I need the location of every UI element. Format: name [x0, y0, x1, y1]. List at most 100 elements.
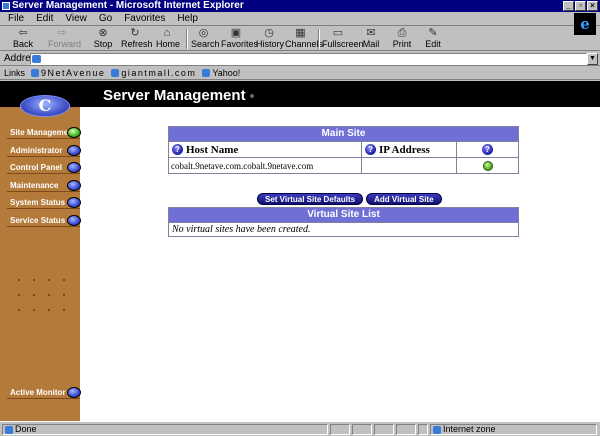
nav-led-icon: [67, 145, 81, 156]
channels-button[interactable]: ▦ Channels: [285, 27, 323, 49]
nav-control-panel[interactable]: Control Panel: [7, 162, 81, 174]
nav-maintenance[interactable]: Maintenance: [7, 180, 81, 192]
nav-active-led-icon: [67, 127, 81, 138]
ip-address-cell: [362, 158, 457, 173]
status-text: Done: [2, 424, 328, 435]
edit-icon: ✎: [428, 27, 438, 39]
close-button[interactable]: ×: [587, 1, 598, 11]
nav-service-status[interactable]: Service Status: [7, 215, 81, 227]
home-icon: ⌂: [163, 27, 171, 39]
mail-icon: ✉: [366, 27, 376, 39]
ie-app-icon: [2, 2, 10, 10]
search-button[interactable]: ◎ Search: [191, 27, 220, 49]
menu-favorites[interactable]: Favorites: [122, 13, 167, 24]
window-titlebar: Server Management - Microsoft Internet E…: [0, 0, 600, 12]
address-dropdown-button[interactable]: ▼: [587, 53, 598, 65]
security-zone: Internet zone: [430, 424, 597, 435]
edit-button[interactable]: ✎ Edit: [424, 27, 442, 49]
stop-button[interactable]: ⊗ Stop: [92, 27, 114, 49]
window-title: Server Management - Microsoft Internet E…: [12, 0, 244, 11]
fullscreen-button[interactable]: ▭ Fullscreen: [322, 27, 364, 49]
maximize-button[interactable]: ▫: [575, 1, 586, 11]
refresh-icon: ↻: [130, 27, 140, 39]
header-band: Server Management: [0, 81, 600, 107]
mail-button[interactable]: ✉ Mail: [360, 27, 382, 49]
menu-file[interactable]: File: [6, 13, 26, 24]
page-done-icon: [5, 425, 13, 434]
menu-help[interactable]: Help: [175, 13, 200, 24]
status-pane: [374, 424, 394, 435]
nav-system-status[interactable]: System Status: [7, 197, 81, 209]
browser-toolbar: ⇦ Back ⇨ Forward ⊗ Stop ↻ Refresh ⌂ Home…: [0, 27, 600, 51]
nav-led-icon: [67, 387, 81, 398]
nav-led-icon: [67, 162, 81, 173]
favorites-button[interactable]: ▣ Favorites: [221, 27, 258, 49]
back-arrow-icon: ⇦: [18, 27, 28, 39]
sidebar: Site Management Administrator Control Pa…: [0, 107, 81, 421]
status-pane: [330, 424, 350, 435]
status-pane: [418, 424, 428, 435]
decorative-dots: [14, 279, 74, 319]
minimize-button[interactable]: _: [563, 1, 574, 11]
address-bar: Address ▼: [0, 52, 600, 66]
nav-site-management[interactable]: Site Management: [7, 127, 81, 139]
cobalt-logo: C: [20, 95, 70, 117]
virtual-site-list: Virtual Site List No virtual sites have …: [168, 207, 519, 237]
help-icon[interactable]: ?: [365, 144, 376, 155]
link-giantmall[interactable]: giantmall.com: [111, 68, 196, 78]
history-button[interactable]: ◷ History: [256, 27, 284, 49]
link-yahoo[interactable]: Yahoo!: [202, 68, 240, 78]
nav-active-monitor[interactable]: Active Monitor: [7, 387, 81, 399]
set-virtual-site-defaults-button[interactable]: Set Virtual Site Defaults: [257, 193, 364, 205]
fullscreen-icon: ▭: [332, 27, 344, 39]
link-page-icon: [202, 68, 211, 77]
home-button[interactable]: ⌂ Home: [156, 27, 180, 49]
links-bar: Links 9NetAvenue giantmall.com Yahoo!: [0, 66, 600, 80]
nav-led-icon: [67, 215, 81, 226]
history-icon: ◷: [264, 27, 274, 39]
action-column-header: ?: [457, 142, 518, 157]
menu-view[interactable]: View: [63, 13, 89, 24]
menu-bar: File Edit View Go Favorites Help: [0, 12, 600, 26]
refresh-button[interactable]: ↻ Refresh: [121, 27, 153, 49]
host-name-column-header: ? Host Name: [169, 142, 362, 157]
status-pane: [352, 424, 372, 435]
main-site-table: Main Site ? Host Name ? IP Address ? cob…: [168, 126, 519, 174]
forward-arrow-icon: ⇨: [57, 27, 67, 39]
search-icon: ◎: [198, 27, 209, 39]
menu-edit[interactable]: Edit: [34, 13, 55, 24]
forward-button[interactable]: ⇨ Forward: [48, 27, 81, 49]
main-site-header: Main Site: [169, 127, 518, 141]
action-cell: [457, 158, 518, 173]
nav-led-icon: [67, 180, 81, 191]
toolbar-separator: [186, 29, 188, 49]
nav-led-icon: [67, 197, 81, 208]
virtual-site-list-header: Virtual Site List: [169, 208, 518, 222]
print-button[interactable]: ⎙ Print: [392, 27, 412, 49]
address-input[interactable]: [30, 53, 587, 65]
page-content: Server Management Site Management Admini…: [0, 81, 600, 421]
help-icon[interactable]: ?: [172, 144, 183, 155]
modify-site-icon[interactable]: [482, 160, 493, 171]
host-name-cell: cobalt.9netave.com.cobalt.9netave.com: [169, 158, 362, 173]
page-icon: [32, 55, 41, 63]
link-9netavenue[interactable]: 9NetAvenue: [31, 68, 105, 78]
table-row: cobalt.9netave.com.cobalt.9netave.com: [169, 157, 518, 173]
help-icon[interactable]: ?: [482, 144, 493, 155]
empty-list-message: No virtual sites have been created.: [169, 222, 518, 236]
favorites-folder-icon: ▣: [230, 27, 242, 39]
status-pane: [396, 424, 416, 435]
add-virtual-site-button[interactable]: Add Virtual Site: [366, 193, 442, 205]
title-dot-icon: [249, 94, 254, 99]
nav-administrator[interactable]: Administrator: [7, 145, 81, 157]
main-site-header-row: ? Host Name ? IP Address ?: [169, 141, 518, 157]
channels-icon: ▦: [295, 27, 306, 39]
virtual-site-actions: Set Virtual Site Defaults Add Virtual Si…: [257, 193, 442, 205]
menu-go[interactable]: Go: [97, 13, 114, 24]
page-title: Server Management: [103, 87, 254, 104]
stop-icon: ⊗: [98, 27, 108, 39]
printer-icon: ⎙: [397, 27, 407, 39]
status-bar: Done Internet zone: [0, 421, 600, 436]
link-page-icon: [31, 68, 40, 77]
back-button[interactable]: ⇦ Back: [10, 27, 36, 49]
